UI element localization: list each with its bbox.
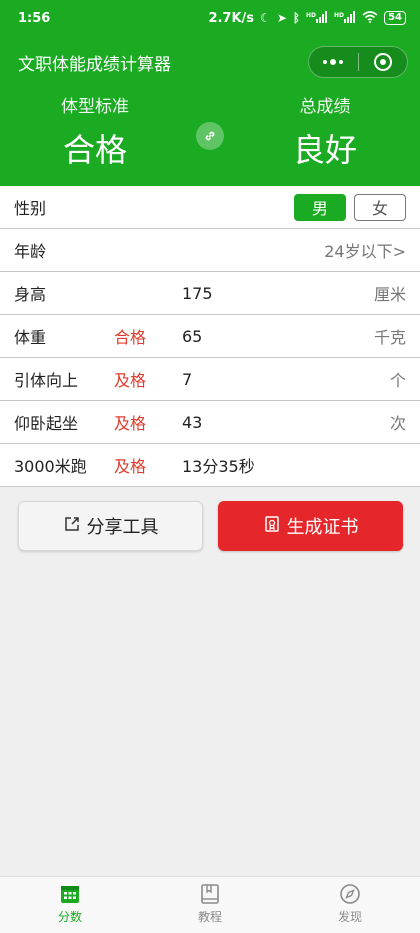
height-label: 身高 <box>14 285 47 304</box>
calendar-icon <box>61 886 79 903</box>
action-buttons: 分享工具 生成证书 <box>0 487 420 551</box>
tab-bar: 分数 教程 发现 <box>0 876 420 933</box>
certificate-icon <box>263 515 281 538</box>
pullup-unit: 个 <box>389 371 406 390</box>
body-standard-value: 合格 <box>62 131 127 169</box>
row-weight: 体重 合格 65 千克 <box>0 315 420 358</box>
link-wrap <box>190 88 230 150</box>
total-score: 总成绩 良好 <box>230 88 420 171</box>
pullup-label: 引体向上 <box>14 371 79 390</box>
more-button[interactable] <box>309 47 358 77</box>
body-standard: 体型标准 合格 <box>0 88 190 171</box>
run-status: 及格 <box>114 457 147 476</box>
summary: 体型标准 合格 总成绩 良好 <box>0 88 420 186</box>
generate-certificate-button[interactable]: 生成证书 <box>218 501 403 551</box>
tab-score-label: 分数 <box>57 910 82 924</box>
book-icon <box>201 884 219 904</box>
total-score-value: 良好 <box>292 131 357 169</box>
gender-female-button[interactable]: 女 <box>354 193 406 221</box>
row-pullup: 引体向上 及格 7 个 <box>0 358 420 401</box>
wifi-icon <box>362 10 378 26</box>
weight-unit: 千克 <box>373 328 406 347</box>
signal-icon: HD <box>334 10 356 26</box>
row-height: 身高 175 厘米 <box>0 272 420 315</box>
target-icon <box>373 53 392 71</box>
status-icons: 2.7K/s ☾ ➤ ᛒ HD HD 54 <box>208 10 406 26</box>
age-picker[interactable]: 24岁以下> <box>324 238 406 262</box>
share-icon <box>63 515 81 538</box>
situp-label: 仰卧起坐 <box>14 414 79 433</box>
moon-icon: ☾ <box>260 11 271 25</box>
run-time-picker[interactable]: 13分35秒 <box>182 453 406 477</box>
age-label: 年龄 <box>14 242 47 261</box>
height-unit: 厘米 <box>373 285 406 304</box>
weight-label: 体重 <box>14 328 47 347</box>
certificate-label: 生成证书 <box>286 517 359 538</box>
row-age[interactable]: 年龄 24岁以下> <box>0 229 420 272</box>
more-dots-icon <box>323 59 344 65</box>
app-title: 文职体能成绩计算器 <box>18 54 171 75</box>
net-speed: 2.7K/s <box>208 10 255 26</box>
battery-icon: 54 <box>384 11 406 25</box>
share-tool-button[interactable]: 分享工具 <box>18 501 203 551</box>
header: 1:56 2.7K/s ☾ ➤ ᛒ HD HD 54 文职体能成绩计算器 体型标… <box>0 0 420 186</box>
total-score-label: 总成绩 <box>299 97 351 117</box>
tab-discover-label: 发现 <box>337 910 362 924</box>
weight-input[interactable]: 65 <box>182 327 374 346</box>
link-icon <box>196 122 224 150</box>
status-bar: 1:56 2.7K/s ☾ ➤ ᛒ HD HD 54 <box>0 0 420 36</box>
weight-status: 合格 <box>114 328 147 347</box>
compass-icon <box>340 884 360 904</box>
miniprogram-capsule <box>308 46 408 78</box>
share-label: 分享工具 <box>86 517 159 538</box>
tab-score[interactable]: 分数 <box>0 877 140 933</box>
title-bar: 文职体能成绩计算器 <box>0 36 420 88</box>
row-situp: 仰卧起坐 及格 43 次 <box>0 401 420 444</box>
gender-male-button[interactable]: 男 <box>294 193 346 221</box>
close-miniprogram-button[interactable] <box>359 47 408 77</box>
tab-discover[interactable]: 发现 <box>280 877 420 933</box>
status-time: 1:56 <box>18 10 51 26</box>
svg-text:HD: HD <box>334 12 344 19</box>
location-icon: ➤ <box>276 11 287 25</box>
run-label: 3000米跑 <box>14 457 87 476</box>
row-run: 3000米跑 及格 13分35秒 <box>0 444 420 487</box>
gender-label: 性别 <box>14 199 47 218</box>
svg-text:HD: HD <box>306 12 316 19</box>
situp-unit: 次 <box>389 414 406 433</box>
pullup-input[interactable]: 7 <box>182 370 390 389</box>
bluetooth-icon: ᛒ <box>292 11 301 25</box>
gender-toggle: 男 女 <box>294 193 406 221</box>
pullup-status: 及格 <box>114 371 147 390</box>
tab-tutorial[interactable]: 教程 <box>140 877 280 933</box>
situp-status: 及格 <box>114 414 147 433</box>
input-list: 性别 男 女 年龄 24岁以下> 身高 175 厘米 体重 合格 65 千克 引… <box>0 186 420 487</box>
situp-input[interactable]: 43 <box>182 413 390 432</box>
tab-tutorial-label: 教程 <box>197 910 222 924</box>
body-standard-label: 体型标准 <box>61 97 129 117</box>
signal-icon: HD <box>306 10 328 26</box>
height-input[interactable]: 175 <box>182 284 374 303</box>
row-gender: 性别 男 女 <box>0 186 420 229</box>
